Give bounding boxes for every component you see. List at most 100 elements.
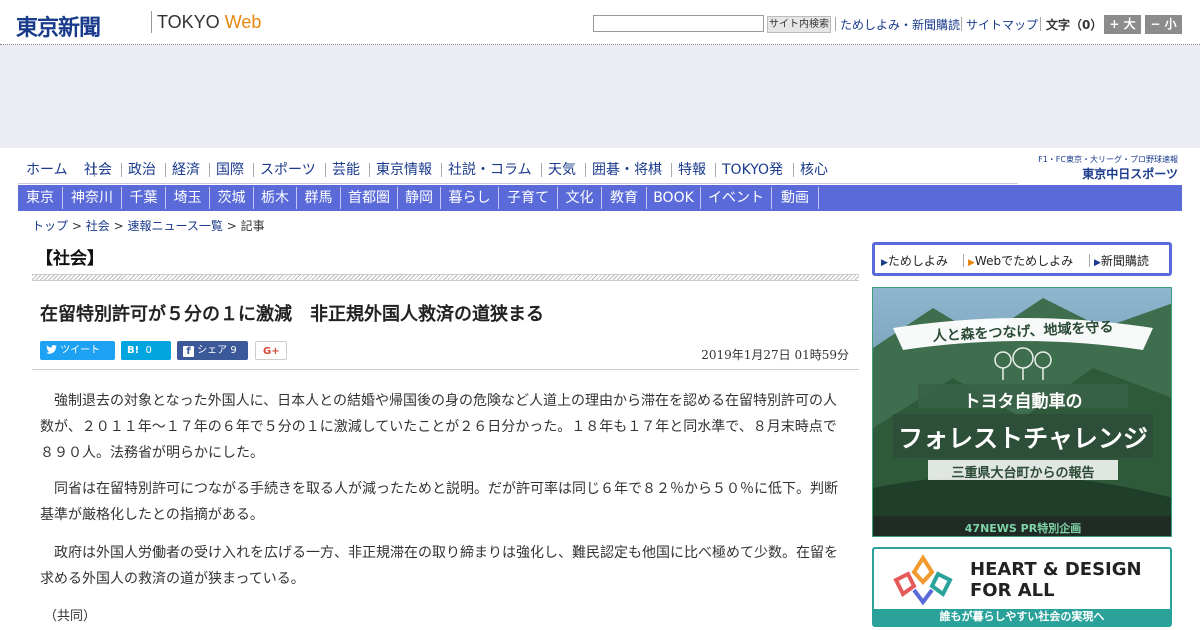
site-logo[interactable]: 東京新聞 <box>16 10 101 42</box>
region-item-education[interactable]: 教育 <box>602 185 646 211</box>
heart-design-ad[interactable]: HEART & DESIGN FOR ALL 誰もが暮らしやすい社会の実現へ <box>872 547 1172 627</box>
region-item-shizuoka[interactable]: 静岡 <box>398 185 440 211</box>
nav-divider <box>818 187 819 209</box>
tweet-button[interactable]: ツイート <box>40 341 115 360</box>
nav-divider <box>209 163 210 177</box>
promo-web-trial-link[interactable]: ▶Webでためしよみ <box>968 252 1073 269</box>
forest-challenge-ad[interactable]: 人と森をつなげ、地域を守る トヨタ自動車の フォレストチャレンジ 三重県大台町か… <box>872 287 1172 537</box>
nav-divider <box>165 163 166 177</box>
promo-subscribe-label: 新聞購読 <box>1100 254 1149 268</box>
google-plus-button[interactable]: G+ <box>255 341 287 360</box>
breadcrumb-news-list[interactable]: 速報ニュース一覧 <box>127 219 222 233</box>
nav-item-core[interactable]: 核心 <box>800 158 828 182</box>
nav-item-international[interactable]: 国際 <box>216 158 244 182</box>
subscription-promo-nav: ▶ためしよみ ▶Webでためしよみ ▶新聞購読 <box>872 242 1172 276</box>
logo-tokyo-text: TOKYO <box>157 12 220 32</box>
promo-web-trial-label: Webでためしよみ <box>974 254 1074 268</box>
section-hatch-divider <box>32 274 859 281</box>
region-item-kanagawa[interactable]: 神奈川 <box>63 185 121 211</box>
region-item-ibaraki[interactable]: 茨城 <box>210 185 253 211</box>
promo-trial-link[interactable]: ▶ためしよみ <box>881 252 948 269</box>
tweet-label: ツイート <box>60 345 101 356</box>
region-item-culture[interactable]: 文化 <box>558 185 601 211</box>
site-header: 東京新聞 TOKYO Web サイト内検索 ためしよみ・新聞購読 サイトマップ … <box>0 0 1200 45</box>
promo-trial-label: ためしよみ <box>887 254 948 268</box>
breadcrumb-society[interactable]: 社会 <box>86 219 110 233</box>
search-button[interactable]: サイト内検索 <box>767 16 831 33</box>
nav-item-society[interactable]: 社会 <box>84 158 112 182</box>
breadcrumb-separator: > <box>226 219 237 233</box>
nav-item-politics[interactable]: 政治 <box>128 158 156 182</box>
promo-divider <box>1089 254 1090 267</box>
nav-divider <box>253 163 254 177</box>
breadcrumb-separator: > <box>113 219 124 233</box>
nav-item-sports[interactable]: スポーツ <box>260 158 316 182</box>
region-item-book[interactable]: BOOK <box>647 185 700 211</box>
nav-item-weather[interactable]: 天気 <box>548 158 576 182</box>
article-paragraph: 強制退去の対象となった外国人に、日本人との結婚や帰国後の身の危険など人道上の理由… <box>40 393 838 461</box>
google-plus-icon: G+ <box>263 346 280 357</box>
nav-divider <box>671 163 672 177</box>
header-divider <box>1040 17 1041 31</box>
facebook-f-icon: f <box>183 346 194 357</box>
font-larger-button[interactable]: + 大 <box>1104 15 1141 34</box>
nav-item-home[interactable]: ホーム <box>26 158 68 182</box>
forest-ad-title: フォレストチャレンジ <box>898 424 1148 453</box>
nav-item-tokyo-hatsu[interactable]: TOKYO発 <box>722 158 783 182</box>
hatena-b-icon: B! <box>127 345 140 356</box>
forest-ad-subtitle: 三重県大台町からの報告 <box>951 466 1095 481</box>
chunichi-sports-link[interactable]: F1・FC東京・大リーグ・プロ野球速報 東京中日スポーツ <box>1026 154 1180 182</box>
region-item-metropolitan[interactable]: 首都圏 <box>341 185 397 211</box>
region-item-parenting[interactable]: 子育て <box>499 185 557 211</box>
region-nav: 東京 神奈川 千葉 埼玉 茨城 栃木 群馬 首都圏 静岡 暮らし 子育て 文化 … <box>18 185 1182 211</box>
forest-ad-brand: トヨタ自動車の <box>963 392 1083 412</box>
header-divider <box>835 17 836 31</box>
article-divider <box>32 369 859 370</box>
twitter-bird-icon <box>46 345 57 354</box>
publish-date: 2019年1月27日 01時59分 <box>701 348 849 362</box>
region-item-saitama[interactable]: 埼玉 <box>166 185 209 211</box>
nav-divider <box>121 163 122 177</box>
forest-ad-footer: 47NEWS PR特別企画 <box>964 522 1082 535</box>
arrow-right-icon: ▶ <box>968 258 975 268</box>
region-item-gunma[interactable]: 群馬 <box>297 185 340 211</box>
heart-ad-title: HEART & DESIGN FOR ALL <box>970 559 1142 601</box>
region-item-events[interactable]: イベント <box>701 185 771 211</box>
nav-item-economy[interactable]: 経済 <box>172 158 200 182</box>
breadcrumb: トップ > 社会 > 速報ニュース一覧 > 記事 <box>32 217 265 234</box>
breadcrumb-top[interactable]: トップ <box>32 219 68 233</box>
hatena-bookmark-button[interactable]: B! 0 <box>121 341 171 360</box>
region-item-video[interactable]: 動画 <box>772 185 818 211</box>
primary-nav: ホーム 社会 政治 経済 国際 スポーツ 芸能 東京情報 社説・コラム 天気 囲… <box>18 158 1018 182</box>
nav-divider <box>369 163 370 177</box>
promo-subscribe-link[interactable]: ▶新聞購読 <box>1094 252 1149 269</box>
nav-item-special[interactable]: 特報 <box>678 158 706 182</box>
search-input[interactable] <box>593 15 764 32</box>
arrow-right-icon: ▶ <box>881 258 888 268</box>
chunichi-tagline: F1・FC東京・大リーグ・プロ野球速報 <box>1038 155 1178 164</box>
region-item-chiba[interactable]: 千葉 <box>122 185 165 211</box>
region-item-tochigi[interactable]: 栃木 <box>254 185 296 211</box>
nav-item-entertainment[interactable]: 芸能 <box>332 158 360 182</box>
font-smaller-button[interactable]: − 小 <box>1145 15 1182 34</box>
sitemap-link[interactable]: サイトマップ <box>966 16 1038 33</box>
nav-divider <box>325 163 326 177</box>
region-item-tokyo[interactable]: 東京 <box>18 185 62 211</box>
nav-item-tokyo-info[interactable]: 東京情報 <box>376 158 432 182</box>
tokyo-web-logo[interactable]: TOKYO Web <box>157 12 261 33</box>
facebook-share-button[interactable]: f シェア 9 <box>177 341 248 360</box>
logo-web-text: Web <box>224 12 262 32</box>
header-divider <box>961 17 962 31</box>
promo-divider <box>963 254 964 267</box>
logo-divider <box>151 11 152 33</box>
nav-divider <box>715 163 716 177</box>
article-credit: （共同） <box>44 609 97 624</box>
nav-divider <box>585 163 586 177</box>
facebook-share-label: シェア <box>197 345 228 356</box>
section-heading: 【社会】 <box>36 249 104 269</box>
subscribe-link[interactable]: ためしよみ・新聞購読 <box>840 16 960 33</box>
nav-item-go-shogi[interactable]: 囲碁・将棋 <box>592 158 662 182</box>
nav-item-editorial[interactable]: 社説・コラム <box>448 158 532 182</box>
region-item-living[interactable]: 暮らし <box>441 185 498 211</box>
nav-underline <box>18 183 1018 184</box>
